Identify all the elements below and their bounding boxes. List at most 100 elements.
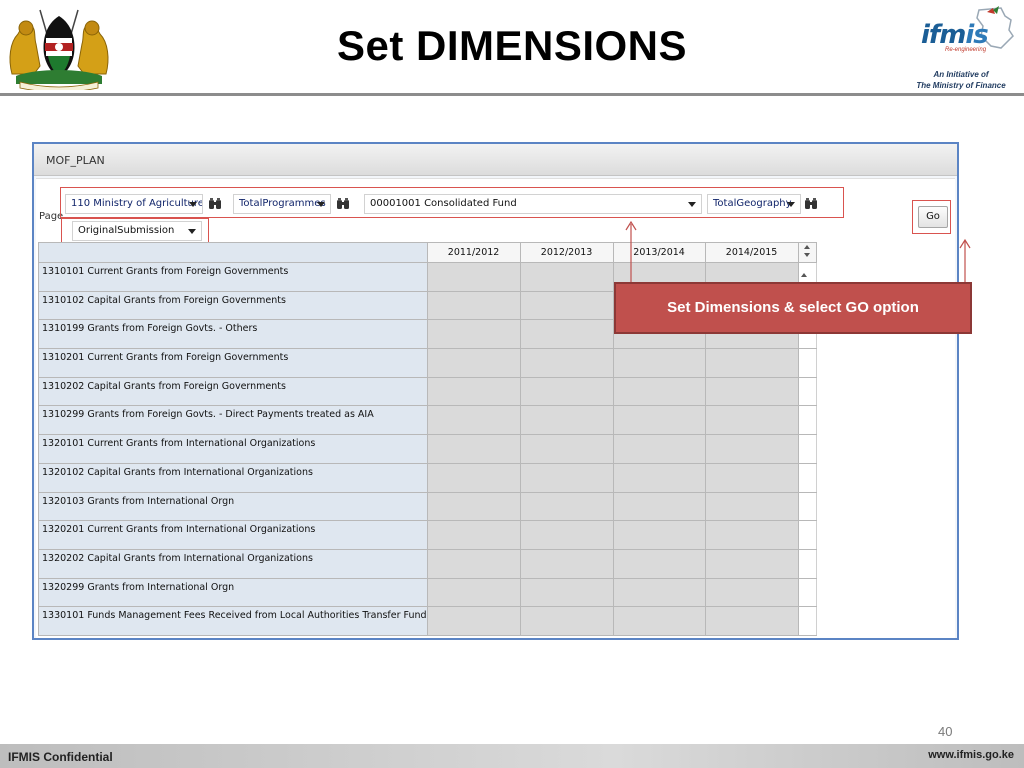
table-row: 1310202 Capital Grants from Foreign Gove… bbox=[38, 376, 817, 407]
row-label: 1320102 Capital Grants from Internationa… bbox=[38, 462, 428, 493]
grid-cell[interactable] bbox=[519, 348, 614, 378]
scrollbar-track[interactable] bbox=[797, 405, 817, 436]
grid-cell[interactable] bbox=[704, 548, 799, 579]
spinner-arrows-icon bbox=[804, 245, 811, 257]
scrollbar-track[interactable] bbox=[797, 491, 817, 522]
ifmis-logo: ifmis Re-engineering An Initiative of Th… bbox=[905, 6, 1017, 92]
grid-cell[interactable] bbox=[426, 376, 521, 407]
table-row: 1320102 Capital Grants from Internationa… bbox=[38, 462, 817, 493]
grid-cell[interactable] bbox=[426, 548, 521, 579]
window-title: MOF_PLAN bbox=[46, 154, 105, 167]
slide-header: Set DIMENSIONS ifmis Re-engineering An I… bbox=[0, 0, 1024, 96]
window-titlebar: MOF_PLAN bbox=[34, 144, 957, 176]
grid-cell[interactable] bbox=[426, 405, 521, 436]
grid-cell[interactable] bbox=[612, 434, 706, 464]
callout-box: Set Dimensions & select GO option bbox=[614, 282, 972, 334]
grid-cell[interactable] bbox=[704, 520, 799, 550]
row-label: 1310201 Current Grants from Foreign Gove… bbox=[38, 348, 428, 378]
scrollbar-track[interactable] bbox=[797, 577, 817, 608]
grid-header-row: 2011/2012 2012/2013 2013/2014 2014/2015 bbox=[38, 242, 817, 263]
grid-cell[interactable] bbox=[519, 606, 614, 636]
column-header: 2011/2012 bbox=[426, 242, 521, 263]
grid-cell[interactable] bbox=[426, 290, 521, 321]
row-header-corner bbox=[38, 242, 428, 263]
table-row: 1320101 Current Grants from Internationa… bbox=[38, 434, 817, 464]
table-row: 1310201 Current Grants from Foreign Gove… bbox=[38, 348, 817, 378]
scroll-up-arrow-icon bbox=[800, 273, 807, 278]
ifmis-tagline-1: An Initiative of bbox=[933, 70, 989, 79]
scrollbar-track[interactable] bbox=[797, 434, 817, 464]
row-label: 1310102 Capital Grants from Foreign Gove… bbox=[38, 290, 428, 321]
grid-cell[interactable] bbox=[519, 577, 614, 608]
grid-overflow-mask bbox=[30, 640, 970, 740]
grid-cell[interactable] bbox=[612, 462, 706, 493]
grid-cell[interactable] bbox=[704, 577, 799, 608]
grid-cell[interactable] bbox=[612, 606, 706, 636]
grid-cell[interactable] bbox=[426, 491, 521, 522]
row-label: 1310202 Capital Grants from Foreign Gove… bbox=[38, 376, 428, 407]
grid-cell[interactable] bbox=[612, 376, 706, 407]
grid-cell[interactable] bbox=[426, 577, 521, 608]
scrollbar-track[interactable] bbox=[797, 376, 817, 407]
grid-cell[interactable] bbox=[426, 606, 521, 636]
row-label: 1320103 Grants from International Orgn bbox=[38, 491, 428, 522]
column-header: 2014/2015 bbox=[704, 242, 799, 263]
grid-cell[interactable] bbox=[426, 348, 521, 378]
table-row: 1310299 Grants from Foreign Govts. - Dir… bbox=[38, 405, 817, 436]
scrollbar-track[interactable] bbox=[797, 462, 817, 493]
slide-title: Set DIMENSIONS bbox=[336, 22, 688, 69]
footer-confidential: IFMIS Confidential bbox=[8, 750, 113, 764]
grid-cell[interactable] bbox=[426, 262, 521, 292]
table-row: 1320103 Grants from International Orgn bbox=[38, 491, 817, 522]
grid-cell[interactable] bbox=[426, 434, 521, 464]
grid-cell[interactable] bbox=[612, 520, 706, 550]
table-row: 1320201 Current Grants from Internationa… bbox=[38, 520, 817, 550]
scrollbar-track[interactable] bbox=[797, 548, 817, 579]
grid-cell[interactable] bbox=[519, 262, 614, 292]
column-header: 2012/2013 bbox=[519, 242, 614, 263]
grid-cell[interactable] bbox=[426, 520, 521, 550]
row-label: 1320101 Current Grants from Internationa… bbox=[38, 434, 428, 464]
grid-cell[interactable] bbox=[704, 376, 799, 407]
grid-cell[interactable] bbox=[612, 577, 706, 608]
ifmis-subtitle: Re-engineering bbox=[945, 47, 987, 53]
table-row: 1320202 Capital Grants from Internationa… bbox=[38, 548, 817, 579]
ifmis-wordmark: ifmis bbox=[921, 20, 989, 50]
grid-cell[interactable] bbox=[519, 462, 614, 493]
ifmis-tagline-2: The Ministry of Finance bbox=[916, 81, 1006, 90]
scrollbar-track[interactable] bbox=[797, 520, 817, 550]
grid-cell[interactable] bbox=[519, 434, 614, 464]
scrollbar-track[interactable] bbox=[797, 348, 817, 378]
grid-cell[interactable] bbox=[704, 405, 799, 436]
grid-cell[interactable] bbox=[612, 548, 706, 579]
grid-cell[interactable] bbox=[519, 405, 614, 436]
grid-cell[interactable] bbox=[612, 348, 706, 378]
row-label: 1320201 Current Grants from Internationa… bbox=[38, 520, 428, 550]
grid-cell[interactable] bbox=[519, 376, 614, 407]
grid-cell[interactable] bbox=[519, 290, 614, 321]
column-header: 2013/2014 bbox=[612, 242, 706, 263]
grid-cell[interactable] bbox=[519, 520, 614, 550]
arrow-head-icon bbox=[959, 238, 971, 249]
grid-cell[interactable] bbox=[426, 462, 521, 493]
row-label: 1320202 Capital Grants from Internationa… bbox=[38, 548, 428, 579]
row-label: 1310101 Current Grants from Foreign Gove… bbox=[38, 262, 428, 292]
grid-cell[interactable] bbox=[519, 548, 614, 579]
grid-cell[interactable] bbox=[704, 348, 799, 378]
grid-cell[interactable] bbox=[704, 462, 799, 493]
grid-cell[interactable] bbox=[612, 405, 706, 436]
grid-cell[interactable] bbox=[704, 434, 799, 464]
grid-cell[interactable] bbox=[519, 319, 614, 350]
grid-cell[interactable] bbox=[704, 491, 799, 522]
grid-cell[interactable] bbox=[612, 491, 706, 522]
grid-cell[interactable] bbox=[519, 491, 614, 522]
slide-footer: IFMIS Confidential www.ifmis.go.ke bbox=[0, 744, 1024, 768]
grid-cell[interactable] bbox=[704, 606, 799, 636]
grid-cell[interactable] bbox=[426, 319, 521, 350]
row-label: 1320299 Grants from International Orgn bbox=[38, 577, 428, 608]
scrollbar-track[interactable] bbox=[797, 606, 817, 636]
scroll-up-button[interactable] bbox=[797, 242, 817, 263]
dimensions-highlight-box bbox=[60, 187, 844, 218]
row-label: 1330101 Funds Management Fees Received f… bbox=[38, 606, 428, 636]
table-row: 1330101 Funds Management Fees Received f… bbox=[38, 606, 817, 636]
